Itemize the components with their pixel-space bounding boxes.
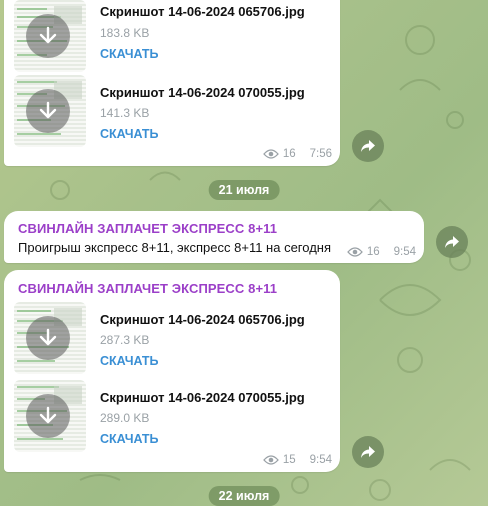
download-link[interactable]: СКАЧАТЬ (100, 432, 159, 446)
download-link[interactable]: СКАЧАТЬ (100, 354, 159, 368)
file-item: Скриншот 14-06-2024 070055.jpg 289.0 KB … (4, 380, 324, 452)
download-button[interactable] (26, 394, 70, 438)
date-separator: 22 июля (208, 486, 280, 506)
share-arrow-icon (361, 140, 375, 152)
message-text: Проигрыш экспресс 8+11, экспресс 8+11 на… (18, 240, 332, 255)
share-button[interactable] (436, 226, 468, 258)
download-arrow-icon (39, 406, 57, 424)
message-meta: 16 7:56 (262, 148, 332, 160)
share-button[interactable] (352, 436, 384, 468)
file-item: Скриншот 14-06-2024 065706.jpg 287.3 KB … (4, 302, 324, 374)
share-arrow-icon (445, 236, 459, 248)
message-bubble-text: СВИНЛАЙН ЗАПЛАЧЕТ ЭКСПРЕСС 8+11 Проигрыш… (4, 211, 424, 263)
download-button[interactable] (26, 316, 70, 360)
views-count: 16 (366, 246, 380, 258)
download-arrow-icon (39, 26, 57, 44)
download-arrow-icon (39, 328, 57, 346)
download-button[interactable] (26, 89, 70, 133)
download-arrow-icon (39, 101, 57, 119)
file-size: 289.0 KB (100, 411, 150, 425)
message-time: 9:54 (309, 454, 332, 466)
file-name: Скриншот 14-06-2024 065706.jpg (100, 312, 305, 327)
file-name: Скриншот 14-06-2024 070055.jpg (100, 85, 305, 100)
file-item: Скриншот 14-06-2024 070055.jpg 141.3 KB … (4, 75, 324, 147)
eye-icon (346, 247, 363, 257)
file-size: 287.3 KB (100, 333, 150, 347)
message-bubble-files-2: СВИНЛАЙН ЗАПЛАЧЕТ ЭКСПРЕСС 8+11 Скриншот… (4, 270, 340, 472)
message-meta: 15 9:54 (262, 454, 332, 466)
download-link[interactable]: СКАЧАТЬ (100, 127, 159, 141)
file-item: Скриншот 14-06-2024 065706.jpg 183.8 KB … (4, 0, 324, 72)
download-link[interactable]: СКАЧАТЬ (100, 47, 159, 61)
eye-icon (262, 455, 279, 465)
views-count: 15 (282, 454, 296, 466)
message-bubble-files-1: Скриншот 14-06-2024 065706.jpg 183.8 KB … (4, 0, 340, 166)
views-count: 16 (282, 148, 296, 160)
file-size: 183.8 KB (100, 26, 150, 40)
channel-name[interactable]: СВИНЛАЙН ЗАПЛАЧЕТ ЭКСПРЕСС 8+11 (18, 221, 277, 236)
download-button[interactable] (26, 14, 70, 58)
file-name: Скриншот 14-06-2024 070055.jpg (100, 390, 305, 405)
message-time: 9:54 (393, 246, 416, 258)
file-name: Скриншот 14-06-2024 065706.jpg (100, 4, 305, 19)
eye-icon (262, 149, 279, 159)
share-arrow-icon (361, 446, 375, 458)
message-time: 7:56 (309, 148, 332, 160)
channel-name[interactable]: СВИНЛАЙН ЗАПЛАЧЕТ ЭКСПРЕСС 8+11 (18, 281, 277, 296)
file-size: 141.3 KB (100, 106, 150, 120)
share-button[interactable] (352, 130, 384, 162)
date-separator: 21 июля (208, 180, 280, 200)
message-meta: 16 9:54 (346, 246, 416, 258)
